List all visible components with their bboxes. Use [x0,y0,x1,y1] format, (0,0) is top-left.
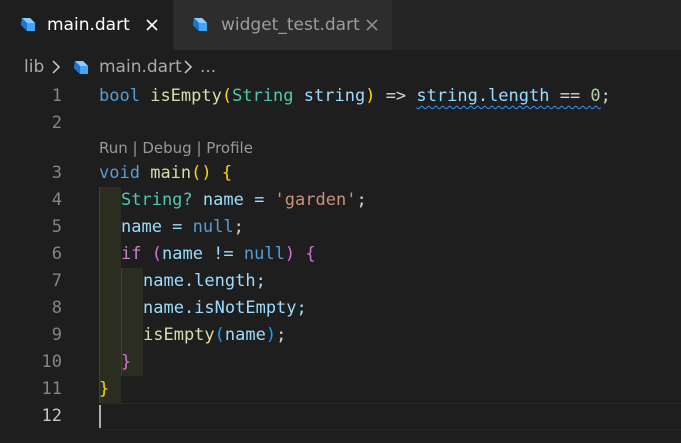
line-number: 5 [51,217,62,237]
code-line: 5 name = null; [0,214,681,241]
code-line: 9 isEmpty(name); [0,322,681,349]
line-number: 9 [51,325,62,345]
tab-main-dart[interactable]: main.dart [0,0,173,50]
dart-icon [193,18,207,31]
tab-bar: main.dart widget_test.dart [0,0,681,50]
dart-icon [21,18,35,31]
token: null [243,244,285,264]
line-number: 1 [51,86,62,106]
code-line-current: 12 [0,403,681,430]
token: if [121,244,142,264]
token: name [224,325,266,345]
line-number: 4 [51,190,62,210]
tab-widget-test-dart[interactable]: widget_test.dart [173,0,392,50]
token: ; [233,217,244,237]
token: ) [365,86,376,106]
token: ; [276,325,287,345]
code-editor[interactable]: 1 bool isEmpty(String string) => string.… [0,83,681,443]
codelens-debug[interactable]: Debug [142,139,191,157]
code-line: 2 [0,110,681,137]
token: isEmpty [150,86,222,106]
current-line-highlight [99,403,681,430]
token: void [99,163,140,183]
code-text[interactable]: name.length; [143,268,266,295]
codelens-text: Run | Debug | Profile [99,135,253,162]
token: ) [284,244,296,264]
code-line: 8 name.isNotEmpty; [0,295,681,322]
dart-icon [74,61,88,74]
close-icon[interactable] [362,15,382,35]
token: 'garden' [274,190,357,210]
code-text[interactable]: } [99,376,109,403]
code-text[interactable]: isEmpty(name); [143,322,286,349]
token: ; [600,86,611,106]
token: name = [121,217,193,237]
token: == [549,86,591,106]
code-text[interactable]: } [121,349,131,376]
codelens: Run | Debug | Profile [0,135,681,162]
line-number: 8 [51,298,62,318]
token: } [121,352,132,372]
token: name != [161,244,244,264]
token: ( [214,325,225,345]
line-number: 2 [51,113,62,133]
code-text[interactable]: name.isNotEmpty; [143,295,307,322]
codelens-run[interactable]: Run [99,139,128,157]
code-line: 10 } [0,349,681,376]
code-line: 4 String? name = 'garden'; [0,187,681,214]
close-icon[interactable] [142,15,162,35]
token: name = [192,190,275,210]
code-line: 6 if (name != null) { [0,241,681,268]
token: String [232,86,294,106]
code-text[interactable]: if (name != null) { [121,241,316,268]
token: ) [265,325,277,345]
token: bool [99,86,140,106]
line-number: 10 [41,352,62,372]
code-line: 1 bool isEmpty(String string) => string.… [0,83,681,110]
token: ( [151,244,162,264]
token: } [99,379,110,399]
text-cursor [99,405,101,428]
breadcrumb-main-dart[interactable]: main.dart [99,56,182,78]
line-number: 3 [51,163,62,183]
token: ; [356,190,367,210]
tab-label: widget_test.dart [221,15,360,35]
chevron-right-icon [184,60,193,74]
line-number: 6 [51,244,62,264]
codelens-profile[interactable]: Profile [206,139,253,157]
breadcrumb: lib main.dart ... [0,50,681,83]
token: => [375,86,417,106]
code-text[interactable]: bool isEmpty(String string) => string.le… [99,83,611,110]
token: string [303,86,366,106]
lint-warning[interactable]: string.length == 0 [416,86,600,106]
code-text[interactable]: name = null; [121,214,244,241]
codelens-separator: | [191,139,207,157]
codelens-separator: | [127,139,143,157]
token: main [150,163,192,183]
token: { [305,244,316,264]
token: String? [121,190,193,210]
code-line: 7 name.length; [0,268,681,295]
token: { [221,163,233,183]
token: name.length; [143,271,266,291]
token: name.isNotEmpty; [143,298,307,318]
token: ( [221,86,233,106]
breadcrumb-lib[interactable]: lib [24,56,44,78]
line-number: 12 [41,406,62,426]
line-number: 7 [51,271,62,291]
token: 0 [590,86,601,106]
line-number: 11 [41,379,62,399]
token: isEmpty [143,325,215,345]
code-text[interactable]: void main() { [99,160,232,187]
code-line: 11 } [0,376,681,403]
code-line: 3 void main() { [0,160,681,187]
breadcrumb-symbol[interactable]: ... [200,56,216,78]
token: string.length [416,86,550,106]
code-text[interactable]: String? name = 'garden'; [121,187,367,214]
token: () [191,163,212,183]
chevron-right-icon [52,60,61,74]
tab-label: main.dart [47,15,130,35]
token: null [192,217,234,237]
